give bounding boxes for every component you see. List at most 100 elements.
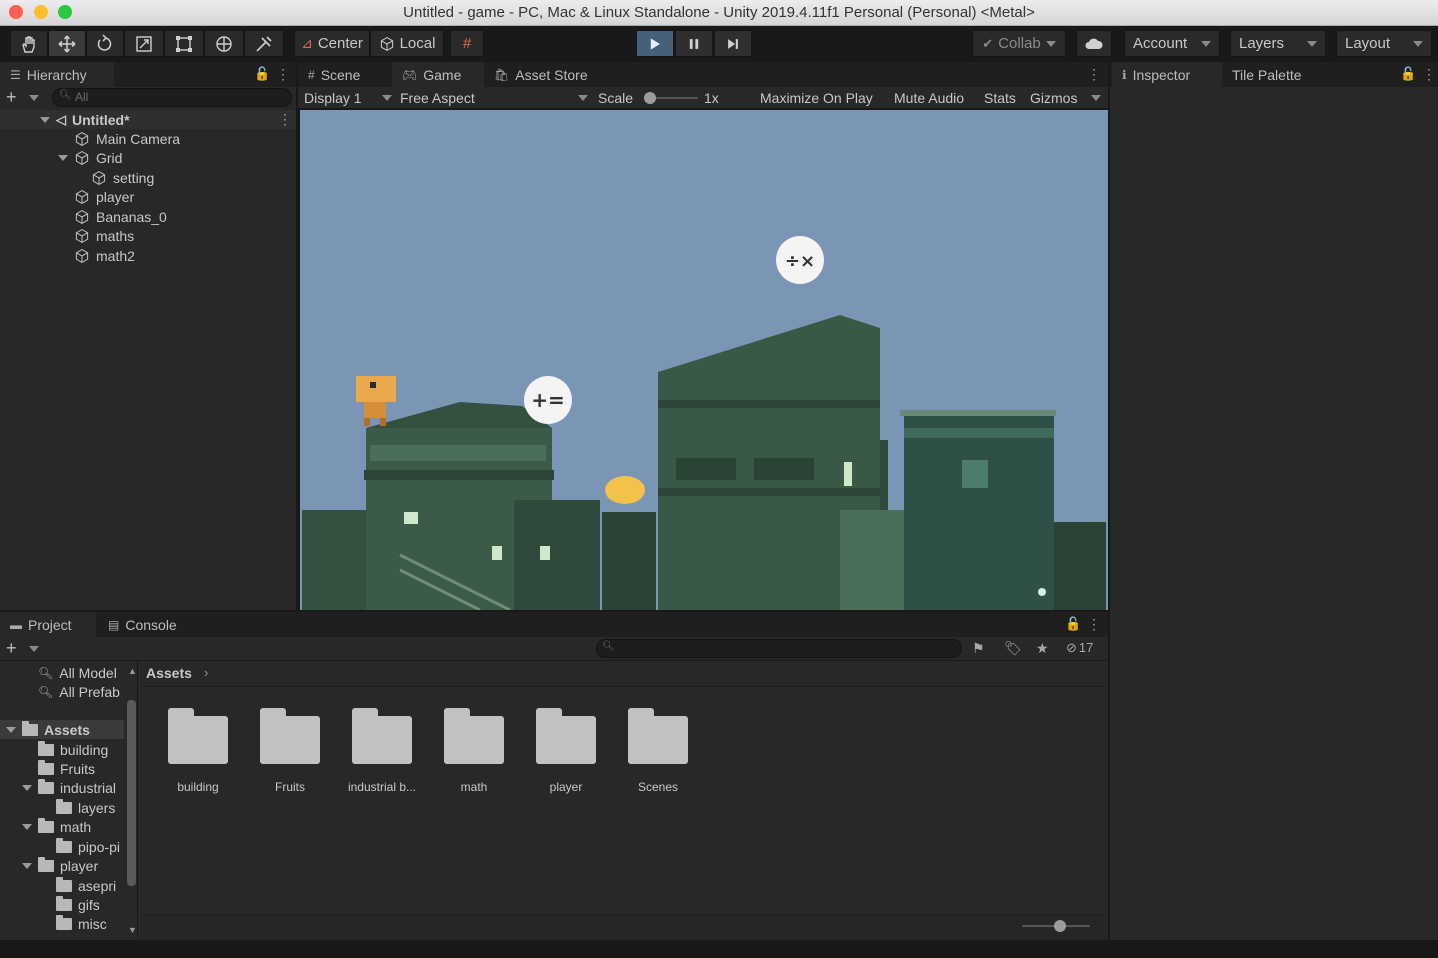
folder-scenes-label[interactable]: Scenes	[612, 780, 704, 794]
lock-icon[interactable]: 🔓	[254, 66, 270, 82]
gizmos-toggle[interactable]: Gizmos	[1026, 87, 1081, 109]
cloud-button[interactable]	[1076, 30, 1112, 57]
move-tool-button[interactable]	[48, 30, 86, 57]
label-tag-icon[interactable]: 🏷︎	[1004, 640, 1022, 657]
more-options-icon[interactable]: ⋮	[276, 66, 290, 83]
folder-icon	[38, 740, 54, 756]
create-asset-button[interactable]: +	[6, 638, 17, 659]
tab-inspector[interactable]: ℹ Inspector	[1112, 62, 1222, 87]
pivot-local-button[interactable]: Local	[370, 30, 444, 57]
folder-math-label[interactable]: math	[428, 780, 520, 794]
folder-building-icon[interactable]	[168, 708, 228, 764]
hidden-packages-toggle[interactable]: ⊘ 17	[1066, 640, 1093, 656]
scale-tool-button[interactable]	[124, 30, 164, 57]
hierarchy-item-setting[interactable]: setting	[91, 168, 154, 187]
folder-player-icon[interactable]	[536, 708, 596, 764]
tree-item-assets[interactable]: Assets	[6, 720, 90, 739]
game-view-canvas[interactable]: += ÷×	[300, 110, 1108, 610]
hierarchy-item-grid[interactable]: Grid	[58, 148, 122, 167]
gizmos-menu-chevron-icon[interactable]	[1091, 95, 1101, 101]
hand-tool-button[interactable]	[10, 30, 48, 57]
gameobject-icon	[75, 228, 89, 243]
search-by-type-icon[interactable]: ⚑	[972, 640, 985, 657]
game-tab-label: Game	[423, 66, 462, 83]
grid-snap-button[interactable]: #	[450, 30, 484, 57]
favorite-star-icon[interactable]: ★	[1036, 640, 1049, 657]
folder-building-label[interactable]: building	[152, 780, 244, 794]
layers-dropdown[interactable]: Layers	[1230, 30, 1326, 57]
tree-item-aseprite[interactable]: asepri	[56, 876, 124, 895]
chevron-down-icon	[6, 726, 16, 733]
maximize-on-play-toggle[interactable]: Maximize On Play	[756, 87, 877, 109]
tree-item-layers[interactable]: layers	[56, 798, 115, 817]
rect-tool-button[interactable]	[164, 30, 204, 57]
folder-industrial-icon[interactable]	[352, 708, 412, 764]
collab-button[interactable]: ✔ Collab	[972, 30, 1066, 57]
favorites-all-prefabs[interactable]: 🔍︎ All Prefab	[38, 682, 120, 701]
folder-math-icon[interactable]	[444, 708, 504, 764]
favorite-label: All Prefab	[59, 683, 120, 700]
hierarchy-item-math2[interactable]: math2	[74, 246, 135, 265]
folder-scenes-icon[interactable]	[628, 708, 688, 764]
scroll-up-icon[interactable]: ▲	[128, 666, 137, 676]
mute-audio-toggle[interactable]: Mute Audio	[890, 87, 968, 109]
tree-item-gifs[interactable]: gifs	[56, 895, 100, 914]
folder-player-label[interactable]: player	[520, 780, 612, 794]
tab-console[interactable]: ▤ Console	[98, 612, 194, 637]
tab-game[interactable]: 🎮︎ Game	[392, 62, 484, 87]
tree-item-fruits[interactable]: Fruits	[38, 759, 95, 778]
chevron-down-icon[interactable]	[29, 646, 39, 652]
folder-fruits-label[interactable]: Fruits	[244, 780, 336, 794]
more-options-icon[interactable]: ⋮	[1087, 66, 1101, 83]
custom-tool-button[interactable]	[244, 30, 284, 57]
tree-item-industrial[interactable]: industrial	[22, 778, 116, 797]
chevron-down-icon	[40, 116, 50, 123]
scale-slider-thumb[interactable]	[644, 92, 656, 104]
folder-icon: ▬	[10, 617, 22, 632]
tree-item-misc[interactable]: misc	[56, 914, 107, 933]
gameobject-icon	[75, 189, 89, 204]
lock-icon[interactable]: 🔓	[1065, 616, 1081, 632]
icon-size-slider-thumb[interactable]	[1054, 920, 1066, 932]
aspect-dropdown[interactable]: Free Aspect	[400, 87, 588, 109]
tab-tile-palette[interactable]: Tile Palette	[1222, 62, 1328, 87]
transform-tool-button[interactable]	[204, 30, 244, 57]
pause-button[interactable]	[675, 30, 713, 57]
favorites-all-models[interactable]: 🔍︎ All Model	[38, 663, 117, 682]
add-object-button[interactable]: +	[6, 88, 17, 106]
account-dropdown[interactable]: Account	[1124, 30, 1220, 57]
play-button[interactable]	[636, 30, 674, 57]
rotate-tool-button[interactable]	[86, 30, 124, 57]
tab-project[interactable]: ▬ Project	[0, 612, 96, 637]
scene-item[interactable]: ◁ Untitled*	[40, 110, 130, 129]
step-button[interactable]	[714, 30, 752, 57]
scroll-down-icon[interactable]: ▼	[128, 925, 137, 935]
tree-item-math[interactable]: math	[22, 817, 91, 836]
more-options-icon[interactable]: ⋮	[1422, 66, 1436, 83]
tab-asset-store[interactable]: 🛍︎ Asset Store	[484, 62, 610, 87]
folder-fruits-icon[interactable]	[260, 708, 320, 764]
tree-item-pipo[interactable]: pipo-pi	[56, 837, 124, 856]
layout-dropdown[interactable]: Layout	[1336, 30, 1432, 57]
list-icon: ☰	[10, 67, 21, 82]
project-search-input[interactable]	[596, 639, 962, 658]
pivot-center-button[interactable]: ⊿ Center	[294, 30, 370, 57]
lock-icon[interactable]: 🔓	[1400, 66, 1416, 82]
tab-hierarchy[interactable]: ☰ Hierarchy	[0, 62, 114, 87]
hierarchy-item-maths[interactable]: maths	[74, 226, 134, 245]
chevron-down-icon[interactable]	[29, 95, 39, 101]
hierarchy-search-input[interactable]: All	[52, 88, 292, 107]
tree-item-building[interactable]: building	[38, 740, 108, 759]
more-options-icon[interactable]: ⋮	[1087, 616, 1101, 633]
stats-toggle[interactable]: Stats	[980, 87, 1020, 109]
tree-item-player[interactable]: player	[22, 856, 98, 875]
tab-scene[interactable]: # Scene	[298, 62, 392, 87]
hierarchy-item-player[interactable]: player	[74, 187, 134, 206]
scene-menu-icon[interactable]: ⋮	[278, 111, 292, 128]
folder-industrial-label[interactable]: industrial b...	[336, 780, 428, 794]
display-dropdown[interactable]: Display 1	[304, 87, 392, 109]
tree-scrollbar-thumb[interactable]	[127, 700, 136, 886]
hierarchy-item-bananas[interactable]: Bananas_0	[74, 207, 167, 226]
breadcrumb[interactable]: Assets	[146, 665, 192, 681]
hierarchy-item-main-camera[interactable]: Main Camera	[74, 129, 180, 148]
